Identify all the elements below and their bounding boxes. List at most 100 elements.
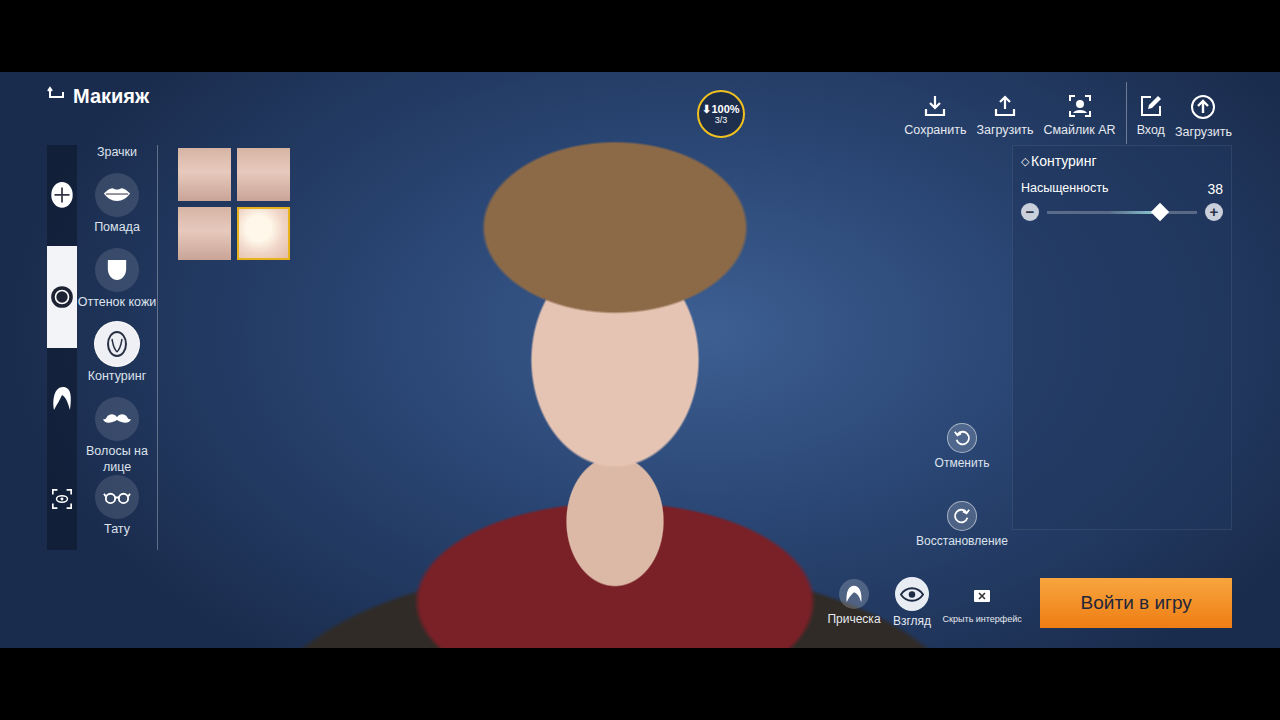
slider-fill	[1047, 211, 1160, 214]
glasses-icon	[103, 491, 131, 504]
circular-arrow-icon	[953, 507, 971, 525]
preset-grid	[178, 148, 290, 260]
center-area: ⬇100% 3/3	[317, 72, 828, 628]
toolbar-separator	[1126, 82, 1127, 144]
head-contour-icon	[105, 330, 129, 358]
category-label: Волосы на лице	[77, 441, 157, 475]
circular-arrow-icon	[953, 429, 971, 447]
slider-value: 38	[1207, 181, 1223, 197]
category-icon-button	[95, 475, 139, 519]
toolbar: Сохранить Загрузить Смайлик AR Вход Загр…	[828, 94, 1232, 145]
edit-action-button[interactable]: Восстановление	[912, 501, 1012, 548]
hairstyle-icon	[839, 579, 869, 609]
category-label: Тату	[104, 519, 130, 537]
eye-frame-icon	[51, 488, 73, 510]
category-icon-button	[95, 397, 139, 441]
settings-panel: ◇ Контуринг Насыщенность 38 − +	[1012, 145, 1232, 530]
category-item[interactable]: Зрачки	[97, 145, 137, 173]
preset-thumbnail[interactable]	[237, 148, 290, 201]
toolbar-label: Вход	[1137, 123, 1165, 137]
view-button-label: Скрыть интерфейс	[943, 614, 1022, 624]
face-shape-icon	[49, 181, 75, 211]
category-item[interactable]: Тату	[77, 475, 157, 550]
panel-title-text: Контуринг	[1031, 153, 1097, 169]
compact-icon	[49, 284, 75, 310]
upload-circle-icon	[1190, 94, 1216, 120]
category-icon-button	[95, 248, 139, 292]
slider-track[interactable]	[1047, 211, 1197, 214]
side-tab[interactable]	[47, 449, 77, 550]
preset-thumbnail[interactable]	[178, 207, 231, 260]
toolbar-button[interactable]: Загрузить	[1175, 94, 1232, 139]
toolbar-button[interactable]: Загрузить	[976, 94, 1033, 137]
category-label: Оттенок кожи	[78, 292, 157, 310]
category-item[interactable]: Помада	[77, 173, 157, 248]
view-button[interactable]: Взгляд	[886, 577, 938, 628]
toolbar-button[interactable]: Вход	[1137, 94, 1165, 137]
saturation-slider: − +	[1021, 203, 1223, 221]
side-tab[interactable]	[47, 145, 77, 246]
toolbar-label: Загрузить	[976, 123, 1033, 137]
character-editor: Макияж Зрачки Помада Оттенок кожи Контур…	[0, 72, 1280, 648]
editor-menus: Зрачки Помада Оттенок кожи Контуринг Вол…	[47, 145, 317, 550]
toolbar-label: Загрузить	[1175, 125, 1232, 139]
restore-icon	[947, 501, 977, 531]
lips-icon	[103, 187, 131, 202]
toolbar-label: Смайлик AR	[1044, 123, 1116, 137]
letterbox-top	[0, 0, 1280, 72]
slider-header: Насыщенность 38	[1021, 181, 1223, 197]
mustache-icon	[103, 413, 131, 425]
upload-icon	[993, 94, 1017, 118]
back-button[interactable]: Макияж	[47, 84, 317, 108]
download-count: 3/3	[715, 115, 728, 125]
title-marker: ◇	[1021, 155, 1029, 168]
face-skin-icon	[106, 258, 128, 282]
slider-label: Насыщенность	[1021, 181, 1109, 197]
increase-button[interactable]: +	[1205, 203, 1223, 221]
side-tabs	[47, 145, 77, 550]
category-label: Контуринг	[88, 366, 147, 384]
hide-ui-icon	[974, 581, 990, 611]
page-title: Макияж	[73, 85, 149, 108]
left-column: Макияж Зрачки Помада Оттенок кожи Контур…	[47, 72, 317, 628]
enter-game-button[interactable]: Войти в игру	[1040, 578, 1232, 628]
character-render[interactable]	[170, 72, 1060, 648]
download-progress-badge: ⬇100% 3/3	[697, 90, 745, 138]
edit-icon	[1139, 94, 1163, 118]
right-column: Сохранить Загрузить Смайлик AR Вход Загр…	[828, 72, 1232, 628]
edit-actions: Отменить Восстановление	[828, 145, 1012, 530]
decrease-button[interactable]: −	[1021, 203, 1039, 221]
edit-action-label: Восстановление	[916, 534, 1008, 548]
letterbox-bottom	[0, 648, 1280, 720]
toolbar-button[interactable]: Смайлик AR	[1044, 94, 1116, 137]
preset-thumbnail[interactable]	[237, 207, 290, 260]
category-list: Зрачки Помада Оттенок кожи Контуринг Вол…	[77, 145, 158, 550]
side-tab[interactable]	[47, 246, 77, 347]
back-arrow-icon	[47, 86, 67, 106]
save-icon	[923, 94, 947, 118]
ar-face-icon	[1068, 94, 1092, 118]
hair-icon	[50, 384, 74, 412]
side-tab[interactable]	[47, 348, 77, 449]
toolbar-button[interactable]: Сохранить	[904, 94, 966, 137]
edit-action-label: Отменить	[935, 456, 990, 470]
eye-icon	[895, 577, 929, 611]
download-percent: ⬇100%	[702, 103, 739, 115]
view-button[interactable]: Прическа	[828, 579, 880, 626]
bottom-bar: Прическа Взгляд Скрыть интерфейс Войти в…	[828, 577, 1232, 628]
category-label: Помада	[94, 217, 140, 235]
slider-thumb[interactable]	[1150, 203, 1168, 221]
view-button[interactable]: Скрыть интерфейс	[944, 581, 1020, 624]
preset-thumbnail[interactable]	[178, 148, 231, 201]
undo-icon	[947, 423, 977, 453]
category-item[interactable]: Волосы на лице	[77, 397, 157, 475]
category-item[interactable]: Оттенок кожи	[77, 248, 157, 323]
category-icon-button	[95, 322, 139, 366]
screen: Макияж Зрачки Помада Оттенок кожи Контур…	[0, 0, 1280, 720]
toolbar-label: Сохранить	[904, 123, 966, 137]
view-button-label: Прическа	[827, 612, 880, 626]
edit-action-button[interactable]: Отменить	[912, 423, 1012, 470]
right-main: Отменить Восстановление ◇ Контуринг Насы…	[828, 145, 1232, 530]
category-item[interactable]: Контуринг	[77, 322, 157, 397]
view-button-label: Взгляд	[893, 614, 931, 628]
